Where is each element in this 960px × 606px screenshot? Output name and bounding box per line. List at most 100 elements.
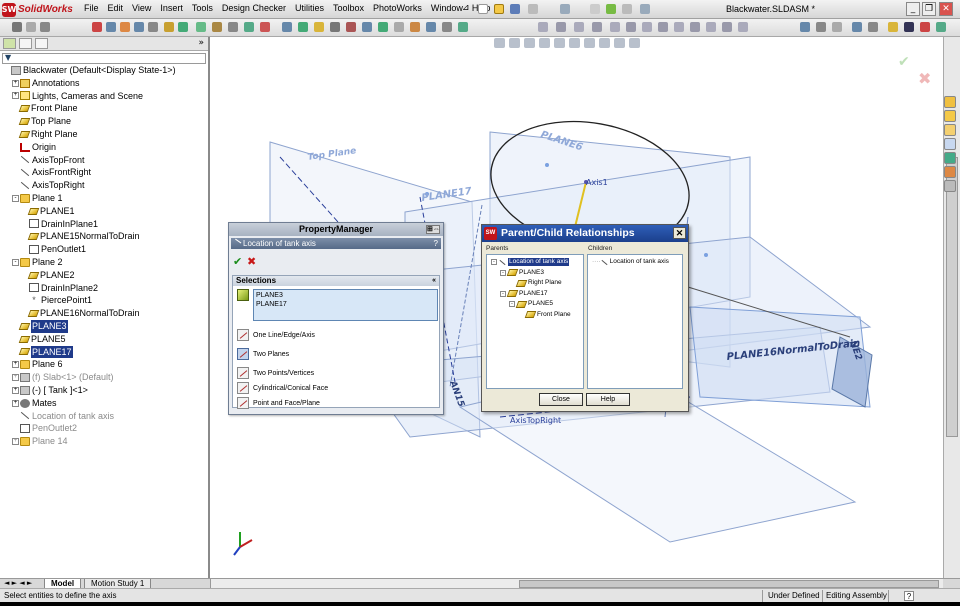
menu-window[interactable]: Window [431, 3, 463, 13]
parent-tree-item[interactable]: - PLANE3 [500, 269, 544, 277]
expand-icon[interactable]: + [12, 386, 19, 394]
tree-item[interactable]: AxisTopFront [0, 154, 208, 167]
tree-item[interactable]: * PiercePoint1 [0, 294, 208, 307]
confirm-cancel-icon[interactable]: ✖ [918, 69, 931, 88]
selection-item[interactable]: PLANE3 [256, 291, 435, 300]
close-window-button[interactable]: ✕ [939, 2, 953, 16]
block-icon[interactable] [690, 22, 700, 32]
option-cylindrical-conical-face[interactable]: Cylindrical/Conical Face [237, 381, 328, 395]
tree-item[interactable]: PLANE5 [0, 333, 208, 346]
custom-properties-icon[interactable] [944, 180, 956, 192]
feature-filter-input[interactable]: ▼ [2, 53, 206, 64]
reference-axis-icon[interactable] [330, 22, 340, 32]
zoom-to-fit-icon[interactable] [494, 38, 505, 48]
horizontal-scroll-thumb[interactable] [519, 580, 939, 588]
collapse-icon[interactable]: - [12, 258, 19, 266]
undo-icon[interactable] [560, 4, 570, 14]
mate-icon[interactable] [346, 22, 356, 32]
parents-pane[interactable]: - Location of tank axis - PLANE3 Right Plane… [486, 254, 584, 389]
zoom-area-icon[interactable] [868, 22, 878, 32]
select-icon[interactable] [590, 4, 600, 14]
pin-icon[interactable]: ⊞⇔ [426, 225, 440, 234]
collapse-icon[interactable]: - [500, 290, 506, 297]
dialog-close-button[interactable]: Close [539, 393, 583, 406]
expand-icon[interactable]: + [12, 438, 19, 445]
menu-utilities[interactable]: Utilities [295, 3, 324, 13]
render-icon[interactable] [904, 22, 914, 32]
tree-item[interactable]: - Plane 1 [0, 192, 208, 205]
tree-item[interactable]: DrainInPlane1 [0, 218, 208, 231]
option-one-line-edge-axis[interactable]: One Line/Edge/Axis [237, 328, 315, 342]
option-point-and-face-plane[interactable]: Point and Face/Plane [237, 396, 320, 410]
tree-item[interactable]: + Lights, Cameras and Scene [0, 90, 208, 103]
tree-item[interactable]: - Plane 2 [0, 256, 208, 269]
hole-callout-icon[interactable] [658, 22, 668, 32]
line-tool-icon[interactable] [120, 22, 130, 32]
confirm-ok-icon[interactable]: ✔ [898, 54, 910, 70]
expand-icon[interactable]: + [12, 361, 19, 369]
option-two-points-vertices[interactable]: Two Points/Vertices [237, 366, 314, 380]
children-pane[interactable]: ···· Location of tank axis [587, 254, 683, 389]
new-document-icon[interactable] [478, 4, 488, 14]
view-orientation-icon[interactable] [800, 22, 810, 32]
view-settings-icon[interactable] [629, 38, 640, 48]
search-icon[interactable] [944, 138, 956, 150]
fillet-icon[interactable] [212, 22, 222, 32]
table-icon[interactable] [674, 22, 684, 32]
menu-design-checker[interactable]: Design Checker [222, 3, 286, 13]
previous-view-icon[interactable] [524, 38, 535, 48]
status-help-icon[interactable]: ? [904, 591, 914, 601]
tree-item[interactable]: Blackwater (Default<Display State-1>) [0, 64, 208, 77]
annotation-note-icon[interactable] [538, 22, 548, 32]
tree-item[interactable]: Front Plane [0, 102, 208, 115]
format-icon[interactable] [738, 22, 748, 32]
save-icon[interactable] [510, 4, 520, 14]
layer-icon[interactable] [706, 22, 716, 32]
rectangle-tool-icon[interactable] [134, 22, 144, 32]
expand-icon[interactable]: + [12, 92, 19, 100]
tree-item[interactable]: + Plane 6 [0, 358, 208, 371]
mirror-icon[interactable] [282, 22, 292, 32]
tree-item[interactable]: PLANE1 [0, 205, 208, 218]
chamfer-icon[interactable] [228, 22, 238, 32]
selections-list[interactable]: PLANE3 PLANE17 [253, 289, 438, 321]
solidworks-logo[interactable]: SW SolidWorks [2, 2, 80, 17]
menu-edit[interactable]: Edit [108, 3, 124, 13]
copy-icon[interactable] [26, 22, 36, 32]
open-icon[interactable] [494, 4, 504, 14]
menu-photoworks[interactable]: PhotoWorks [373, 3, 422, 13]
dialog-title-bar[interactable]: SW Parent/Child Relationships ✕ [482, 225, 688, 242]
ok-button[interactable]: ✔ [233, 255, 242, 268]
print-preview-icon[interactable] [12, 22, 22, 32]
arc-tool-icon[interactable] [148, 22, 158, 32]
expand-icon[interactable]: + [12, 79, 19, 87]
tree-item[interactable]: PLANE15NormalToDrain [0, 230, 208, 243]
apply-scene-icon[interactable] [614, 38, 625, 48]
balloon-icon[interactable] [556, 22, 566, 32]
feature-tree-tab-icon[interactable] [3, 38, 16, 49]
print-icon[interactable] [528, 4, 538, 14]
options-icon[interactable] [622, 4, 632, 14]
text-icon[interactable] [626, 22, 636, 32]
menu-tools[interactable]: Tools [192, 3, 213, 13]
cancel-button[interactable]: ✖ [247, 255, 256, 268]
tree-item[interactable]: PenOutlet2 [0, 422, 208, 435]
display-style-icon[interactable] [816, 22, 826, 32]
rib-icon[interactable] [260, 22, 270, 32]
hide-show-items-icon[interactable] [584, 38, 595, 48]
restore-button[interactable]: ❐ [922, 2, 936, 16]
configuration-tab-icon[interactable] [35, 38, 48, 49]
move-component-icon[interactable] [378, 22, 388, 32]
tree-item[interactable]: + (-) [ Tank ]<1> [0, 384, 208, 397]
edit-appearance-icon[interactable] [599, 38, 610, 48]
menu-toolbox[interactable]: Toolbox [333, 3, 364, 13]
plane-handle-3[interactable] [704, 253, 708, 257]
datum-icon[interactable] [610, 22, 620, 32]
collapse-icon[interactable]: - [12, 194, 19, 202]
tree-item[interactable]: + Plane 14 [0, 435, 208, 448]
tree-item[interactable]: AxisTopRight [0, 179, 208, 192]
tree-item[interactable]: Location of tank axis [0, 410, 208, 423]
revolve-icon[interactable] [196, 22, 206, 32]
parent-tree-item[interactable]: - Location of tank axis [491, 258, 570, 266]
property-tab-icon[interactable] [19, 38, 32, 49]
